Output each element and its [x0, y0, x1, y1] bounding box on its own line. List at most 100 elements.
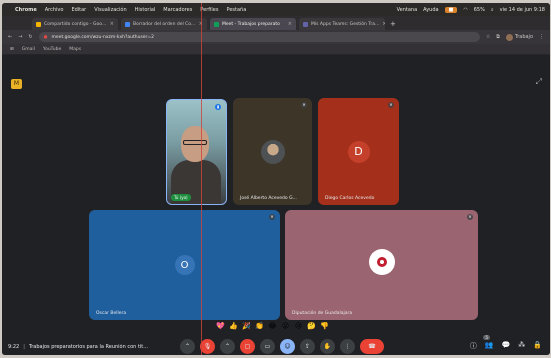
- menu-item-archivo[interactable]: Archivo: [45, 7, 64, 13]
- menu-item-visualizacion[interactable]: Visualización: [94, 7, 126, 13]
- avatar: D: [347, 140, 370, 163]
- drive-icon: [36, 21, 41, 27]
- menu-item-editar[interactable]: Editar: [71, 7, 86, 13]
- fullscreen-icon[interactable]: ⤢: [536, 77, 542, 87]
- menu-item-historial[interactable]: Historial: [135, 7, 156, 13]
- leave-call-button[interactable]: ☎: [360, 339, 384, 354]
- meeting-separator: |: [23, 343, 25, 350]
- bookmarks-bar: ⊞ Gmail YouTube Maps: [2, 44, 550, 55]
- meeting-title: Trabajos preparatorios para la Reunión c…: [28, 343, 149, 350]
- menu-app[interactable]: Chrome: [15, 7, 37, 13]
- reaction-laugh[interactable]: 😂: [268, 322, 277, 331]
- browser-menu-icon[interactable]: ⋮: [539, 34, 544, 40]
- forward-icon[interactable]: →: [18, 34, 22, 40]
- menu-item-ventana[interactable]: Ventana: [397, 7, 418, 13]
- lock-icon[interactable]: 🔒: [533, 341, 542, 351]
- profile-label: Trabajo: [514, 34, 533, 40]
- tab-teams[interactable]: Mis Apps Teams: Gestión Tra... ×: [299, 18, 385, 30]
- address-text[interactable]: meet.google.com/wzu-nxzm-kxh?authuser=2: [52, 35, 155, 40]
- apps-grid-icon[interactable]: ⊞: [10, 47, 14, 52]
- raise-hand-button[interactable]: ✋: [320, 339, 335, 354]
- site-info-icon[interactable]: ●: [44, 35, 48, 40]
- tab-meet[interactable]: Meet - Trabajos preparato ×: [210, 18, 296, 30]
- camera-toggle-button[interactable]: ▢: [240, 339, 255, 354]
- extensions-icon[interactable]: ⧉: [496, 34, 500, 40]
- participant-name: Diputación de Guadalajara: [292, 311, 353, 316]
- captions-button[interactable]: ▭: [260, 339, 275, 354]
- info-icon[interactable]: ⓘ: [470, 341, 477, 351]
- back-icon[interactable]: ←: [8, 34, 12, 40]
- participant-count-badge: 5: [483, 335, 490, 340]
- tab-borrador[interactable]: Borrador del orden del Co... ×: [121, 18, 207, 30]
- tab-label: Borrador del orden del Co...: [133, 21, 196, 27]
- meet-call-view: M ⤢ ▮ Tú (yo) ✕ José Alberto Acevedo G..…: [2, 55, 550, 355]
- docs-icon: [125, 21, 130, 27]
- menu-item-perfiles[interactable]: Perfiles: [200, 7, 218, 13]
- self-video-glasses: [183, 140, 207, 145]
- mic-status-icon: ▮: [215, 104, 221, 110]
- mic-off-icon: ✕: [301, 102, 307, 108]
- avatar: O: [174, 255, 195, 275]
- more-options-button[interactable]: ⋮: [340, 339, 355, 354]
- reload-icon[interactable]: ↻: [28, 34, 32, 40]
- close-tab-icon[interactable]: ×: [382, 21, 385, 27]
- reaction-clap[interactable]: 👏: [255, 322, 264, 331]
- tab-label: Compartido contigo - Goo...: [44, 21, 107, 27]
- menu-item-marcadores[interactable]: Marcadores: [163, 7, 192, 13]
- menu-bar-status: Ventana Ayuda ■ ◠ 65% ⌕ vie 14 de jun 9:…: [397, 6, 545, 13]
- participant-tile-jose[interactable]: ✕ José Alberto Acevedo G...: [233, 98, 312, 205]
- bookmark-maps[interactable]: Maps: [69, 47, 81, 52]
- reaction-surprised[interactable]: 😮: [281, 322, 290, 331]
- present-button[interactable]: ⇪: [300, 339, 315, 354]
- clock-label[interactable]: vie 14 de jun 9:18: [500, 7, 545, 13]
- people-icon[interactable]: 👥: [485, 341, 494, 351]
- reaction-heart[interactable]: 💖: [216, 322, 225, 331]
- reaction-sad[interactable]: 😢: [294, 322, 303, 331]
- mic-off-icon: ✕: [467, 214, 473, 220]
- more-video-options-icon[interactable]: ⌃: [220, 339, 235, 354]
- reaction-thumbs-down[interactable]: 👎: [320, 322, 329, 331]
- reaction-party[interactable]: 🎉: [242, 322, 251, 331]
- menu-bar: Chrome Archivo Editar Visualización Hist…: [2, 3, 550, 16]
- mic-off-icon: ✕: [388, 102, 394, 108]
- self-badge: Tú (yo): [171, 194, 191, 201]
- participant-name: Oscar Bellera: [96, 311, 127, 316]
- mic-toggle-button[interactable]: 🎙: [200, 339, 215, 354]
- tab-label: Meet - Trabajos preparato: [222, 21, 280, 27]
- tab-shared-drive[interactable]: Compartido contigo - Goo... ×: [32, 18, 118, 30]
- browser-window: Chrome Archivo Editar Visualización Hist…: [2, 3, 550, 355]
- mic-off-icon: ✕: [269, 214, 275, 220]
- activities-icon[interactable]: ⁂: [518, 341, 525, 351]
- recording-status-icon[interactable]: ■: [444, 6, 458, 13]
- battery-label[interactable]: 65%: [474, 7, 485, 13]
- screen-glare-line: [201, 3, 202, 355]
- menu-item-ayuda[interactable]: Ayuda: [423, 7, 438, 13]
- close-tab-icon[interactable]: ×: [110, 21, 114, 27]
- meeting-time: 9:22: [8, 343, 20, 350]
- meet-icon: [214, 21, 219, 27]
- chat-icon[interactable]: 💬: [502, 341, 511, 351]
- bookmark-gmail[interactable]: Gmail: [22, 47, 35, 52]
- avatar: [260, 139, 285, 164]
- browser-toolbar: ← → ↻ ● meet.google.com/wzu-nxzm-kxh?aut…: [2, 30, 550, 44]
- participant-tile-self[interactable]: ▮ Tú (yo): [166, 99, 227, 205]
- more-audio-options-icon[interactable]: ⌃: [180, 339, 195, 354]
- participant-tile-diego[interactable]: D ✕ Diego Carlos Acevedo: [318, 98, 399, 205]
- profile-button[interactable]: Trabajo: [505, 33, 533, 41]
- participant-tile-oscar[interactable]: O ✕ Oscar Bellera: [89, 210, 280, 320]
- wifi-icon[interactable]: ◠: [463, 7, 467, 13]
- meet-logo: M: [11, 79, 22, 89]
- close-tab-icon[interactable]: ×: [288, 21, 292, 27]
- new-tab-button[interactable]: +: [390, 18, 396, 30]
- participant-name: José Alberto Acevedo G...: [240, 196, 297, 201]
- bookmark-star-icon[interactable]: ☆: [486, 34, 490, 40]
- meet-bottom-bar: 9:22 | Trabajos preparatorios para la Re…: [2, 335, 550, 355]
- reaction-thumbs-up[interactable]: 👍: [229, 322, 238, 331]
- search-icon[interactable]: ⌕: [491, 7, 494, 13]
- participant-tile-diputacion[interactable]: ✕ Diputación de Guadalajara: [285, 210, 478, 320]
- bookmark-youtube[interactable]: YouTube: [43, 47, 61, 52]
- reaction-thinking[interactable]: 🤔: [307, 322, 316, 331]
- emoji-button[interactable]: ☺: [280, 339, 295, 354]
- menu-item-pestana[interactable]: Pestaña: [227, 7, 247, 13]
- address-bar[interactable]: ● meet.google.com/wzu-nxzm-kxh?authuser=…: [38, 32, 480, 42]
